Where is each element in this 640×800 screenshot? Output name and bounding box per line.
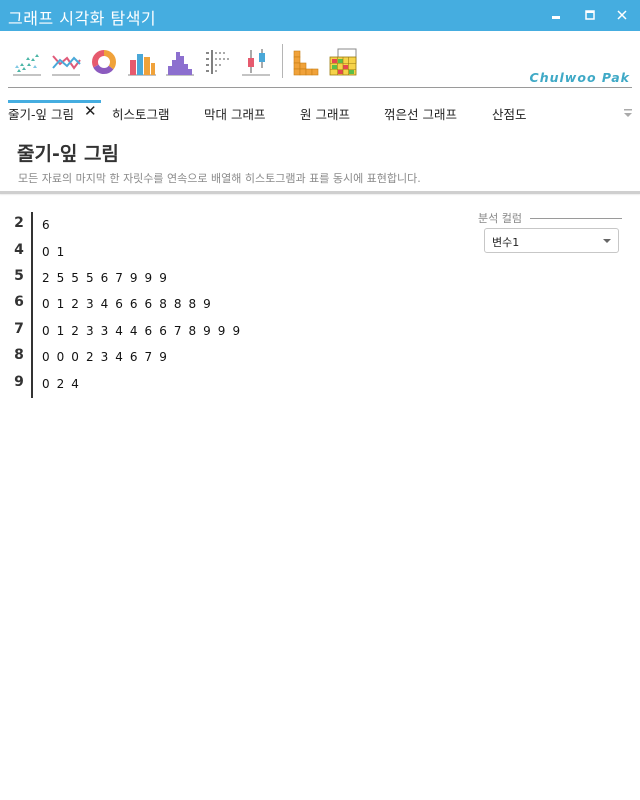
stem-value: 9 [14,374,24,390]
stem-leaf-plot: 2 6 4 0 1 5 2 5 5 5 6 7 9 9 9 6 0 1 2 3 … [0,210,470,410]
brand-logo: Chulwoo Pak [529,70,630,85]
leaf-values: 6 [42,218,51,232]
stem-value: 7 [14,321,24,337]
analysis-column-select[interactable]: 변수1 [484,228,619,253]
leaf-values: 0 1 [42,245,65,259]
stem-leaf-row: 7 0 1 2 3 3 4 4 6 6 7 8 9 9 9 [0,318,460,344]
title-bar: 그래프 시각화 탐색기 [0,0,640,31]
stem-leaf-row: 5 2 5 5 5 6 7 9 9 9 [0,265,460,291]
histogram-icon[interactable] [164,46,196,78]
stem-leaf-row: 2 6 [0,212,460,238]
tab-overflow-icon[interactable] [622,108,634,120]
grid-table-icon[interactable] [328,46,360,78]
toolbar-separator [282,44,283,78]
window-title: 그래프 시각화 탐색기 [8,9,157,28]
tab-pie-chart[interactable]: 원 그래프 [300,104,350,123]
toolbar: Chulwoo Pak [8,40,632,88]
stacked-bar-icon[interactable] [291,46,323,78]
tab-scatter-plot[interactable]: 산점도 [492,104,527,123]
content-header: 줄기-잎 그림 모든 자료의 마지막 한 자릿수를 연속으로 배열해 히스토그램… [0,130,640,194]
stem-value: 4 [14,242,24,258]
analysis-panel: 분석 컬럼 변수1 [478,207,624,253]
stem-value: 8 [14,347,24,363]
leaf-values: 0 0 0 2 3 4 6 7 9 [42,350,168,364]
bar-chart-icon[interactable] [126,46,158,78]
box-plot-icon[interactable] [240,46,272,78]
minimize-icon[interactable] [548,7,564,23]
leaf-values: 0 2 4 [42,377,80,391]
close-icon[interactable] [614,7,630,23]
chevron-down-icon [603,239,611,243]
stem-value: 5 [14,268,24,284]
selected-column-value: 변수1 [492,236,520,249]
page-title: 줄기-잎 그림 [17,143,119,165]
stem-value: 6 [14,294,24,310]
stem-value: 2 [14,215,24,231]
leaf-values: 0 1 2 3 3 4 4 6 6 7 8 9 9 9 [42,324,241,338]
donut-chart-icon[interactable] [88,46,120,78]
tab-histogram[interactable]: 히스토그램 [112,104,170,123]
tab-line-chart[interactable]: 꺾은선 그래프 [384,104,457,123]
stem-leaf-row: 6 0 1 2 3 4 6 6 6 8 8 8 9 [0,291,460,317]
analysis-column-label: 분석 컬럼 [478,212,522,225]
label-underline [530,218,622,219]
scatter-chart-icon[interactable] [11,46,43,78]
tab-stem-leaf[interactable]: 줄기-잎 그림 [8,104,74,123]
maximize-icon[interactable] [582,7,598,23]
tab-bar-chart[interactable]: 막대 그래프 [204,104,265,123]
stem-leaf-row: 8 0 0 0 2 3 4 6 7 9 [0,344,460,370]
stem-leaf-icon[interactable] [202,46,234,78]
leaf-values: 2 5 5 5 6 7 9 9 9 [42,271,168,285]
leaf-values: 0 1 2 3 4 6 6 6 8 8 8 9 [42,297,212,311]
tab-close-icon[interactable]: ✕ [84,103,97,119]
line-chart-icon[interactable] [50,46,82,78]
stem-leaf-row: 4 0 1 [0,239,460,265]
page-description: 모든 자료의 마지막 한 자릿수를 연속으로 배열해 히스토그램과 표를 동시에… [18,172,421,185]
stem-leaf-row: 9 0 2 4 [0,371,460,397]
tab-strip: 줄기-잎 그림 ✕ 히스토그램 막대 그래프 원 그래프 꺾은선 그래프 산점도 [0,100,640,128]
